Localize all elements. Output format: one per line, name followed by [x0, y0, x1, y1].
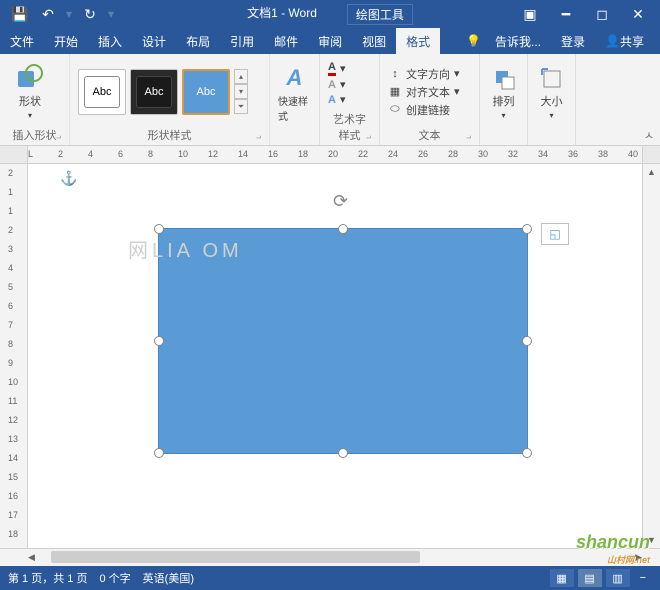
scroll-left-icon[interactable]: ◀ — [28, 549, 35, 565]
create-link[interactable]: ⬭创建链接 — [388, 102, 460, 118]
collapse-ribbon-icon[interactable]: ㅅ — [644, 127, 654, 143]
text-direction[interactable]: ↕文字方向 ▾ — [388, 66, 460, 82]
arrange-button[interactable]: 排列▾ — [488, 62, 519, 126]
read-mode-icon[interactable]: ▦ — [550, 569, 574, 587]
resize-handle[interactable] — [154, 448, 164, 458]
shape-style-1[interactable]: Abc — [78, 69, 126, 115]
resize-handle[interactable] — [154, 336, 164, 346]
style-gallery-arrows[interactable]: ▴▾⏷ — [234, 69, 248, 115]
group-insert-shapes: 插入形状 — [8, 125, 61, 143]
vertical-ruler[interactable]: 21123456789101112131415161718 — [0, 164, 28, 548]
horizontal-ruler[interactable]: L246810121416182022242628303234363840 — [0, 146, 660, 164]
shape-style-2[interactable]: Abc — [130, 69, 178, 115]
print-layout-icon[interactable]: ▤ — [578, 569, 602, 587]
scroll-up-icon[interactable]: ▲ — [643, 164, 660, 180]
title-bar: 💾 ↶ ▾ ↻ ▾ 文档1 - Word 绘图工具 ▣ ━ ◻ ✕ — [0, 0, 660, 28]
site-watermark: shancun 山村网.net — [576, 532, 650, 566]
share-button[interactable]: 👤 共享 — [595, 28, 654, 54]
ribbon-options-icon[interactable]: ▣ — [516, 2, 544, 26]
text-fill[interactable]: A ▾ — [328, 61, 345, 76]
word-count[interactable]: 0 个字 — [99, 570, 130, 586]
language[interactable]: 英语(美国) — [143, 570, 194, 586]
shape-style-3[interactable]: Abc — [182, 69, 230, 115]
signin[interactable]: 登录 — [551, 28, 595, 54]
quick-access-toolbar: 💾 ↶ ▾ ↻ ▾ — [0, 2, 116, 26]
close-icon[interactable]: ✕ — [624, 2, 652, 26]
shapes-button[interactable]: 形状▾ — [8, 60, 52, 124]
redo-icon[interactable]: ↻ — [78, 2, 102, 26]
tab-file[interactable]: 文件 — [0, 28, 44, 54]
resize-handle[interactable] — [522, 448, 532, 458]
tab-view[interactable]: 视图 — [352, 28, 396, 54]
group-shape-styles: 形状样式 — [78, 125, 261, 143]
text-effects[interactable]: A ▾ — [328, 93, 345, 106]
save-icon[interactable]: 💾 — [8, 2, 32, 26]
resize-handle[interactable] — [522, 336, 532, 346]
document-page[interactable]: ⚓ 网LIA OM ⟳ ◱ — [28, 164, 642, 548]
page-count[interactable]: 第 1 页，共 1 页 — [8, 570, 87, 586]
size-button[interactable]: 大小▾ — [536, 62, 567, 126]
tab-mailings[interactable]: 邮件 — [264, 28, 308, 54]
horizontal-scrollbar[interactable]: ◀ ▶ — [0, 548, 660, 566]
resize-handle[interactable] — [154, 224, 164, 234]
resize-handle[interactable] — [338, 224, 348, 234]
text-outline[interactable]: A ▾ — [328, 78, 345, 91]
tab-insert[interactable]: 插入 — [88, 28, 132, 54]
tell-me[interactable]: 告诉我... — [485, 28, 551, 54]
rotate-handle-icon[interactable]: ⟳ — [333, 191, 348, 212]
undo-icon[interactable]: ↶ — [36, 2, 60, 26]
group-text: 文本 — [388, 125, 471, 143]
lightbulb-icon: 💡 — [466, 34, 481, 48]
tab-design[interactable]: 设计 — [132, 28, 176, 54]
scroll-thumb[interactable] — [51, 551, 420, 563]
resize-handle[interactable] — [338, 448, 348, 458]
maximize-icon[interactable]: ◻ — [588, 2, 616, 26]
ribbon: 形状▾ 插入形状 Abc Abc Abc ▴▾⏷ 形状样式 A 快速样式 . A… — [0, 54, 660, 146]
status-bar: 第 1 页，共 1 页 0 个字 英语(美国) ▦ ▤ ▥ − — [0, 566, 660, 590]
group-wordart: 艺术字样式 — [328, 109, 371, 143]
tab-home[interactable]: 开始 — [44, 28, 88, 54]
zoom-out-icon[interactable]: − — [634, 572, 652, 584]
minimize-icon[interactable]: ━ — [552, 2, 580, 26]
anchor-icon: ⚓ — [60, 170, 77, 187]
contextual-tab-label: 绘图工具 — [347, 4, 413, 25]
layout-options-icon[interactable]: ◱ — [541, 223, 569, 245]
ribbon-tabs: 文件 开始 插入 设计 布局 引用 邮件 审阅 视图 格式 💡 告诉我... 登… — [0, 28, 660, 54]
document-title: 文档1 - Word — [247, 4, 317, 25]
resize-handle[interactable] — [522, 224, 532, 234]
web-layout-icon[interactable]: ▥ — [606, 569, 630, 587]
tab-layout[interactable]: 布局 — [176, 28, 220, 54]
tab-format[interactable]: 格式 — [396, 28, 440, 54]
align-text[interactable]: ▦对齐文本 ▾ — [388, 84, 460, 100]
selected-rectangle-shape[interactable]: ⟳ ◱ — [158, 228, 528, 454]
tab-references[interactable]: 引用 — [220, 28, 264, 54]
quick-styles-button[interactable]: A 快速样式 — [278, 62, 311, 126]
vertical-scrollbar[interactable]: ▲ ▼ — [642, 164, 660, 548]
tab-review[interactable]: 审阅 — [308, 28, 352, 54]
